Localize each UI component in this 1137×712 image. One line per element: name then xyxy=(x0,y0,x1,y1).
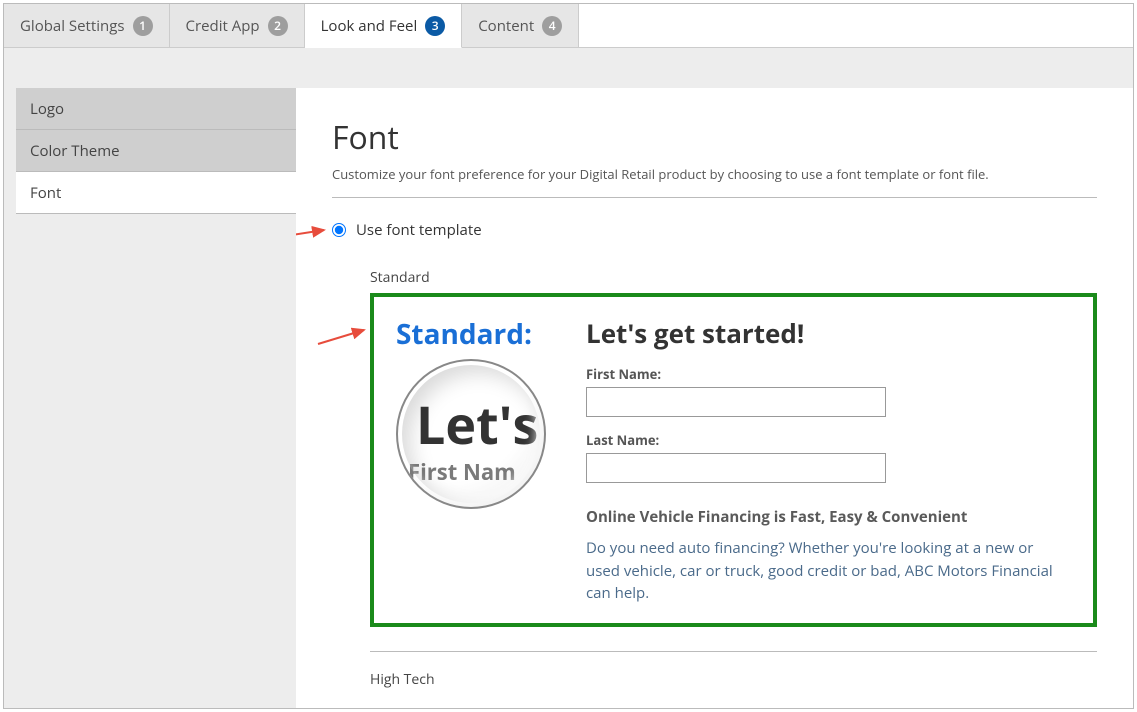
tab-label: Look and Feel xyxy=(321,16,418,36)
tab-label: Credit App xyxy=(186,16,260,36)
tab-content[interactable]: Content 4 xyxy=(462,4,579,47)
template-section-label: Standard xyxy=(370,268,1097,287)
magnifier-big-text: Let's xyxy=(416,389,538,460)
tab-badge: 1 xyxy=(133,16,153,36)
sidebar-item-color-theme[interactable]: Color Theme xyxy=(16,130,296,172)
tab-label: Content xyxy=(478,16,534,36)
tab-credit-app[interactable]: Credit App 2 xyxy=(170,4,305,47)
template-card-standard[interactable]: Standard: Let's First Nam Let's get star… xyxy=(370,293,1097,627)
first-name-input[interactable] xyxy=(586,387,886,417)
template-heading: Let's get started! xyxy=(586,315,1071,351)
tab-label: Global Settings xyxy=(20,16,125,36)
top-tabs: Global Settings 1 Credit App 2 Look and … xyxy=(4,4,1133,48)
template-body-text: Do you need auto financing? Whether you'… xyxy=(586,537,1066,605)
tab-look-and-feel[interactable]: Look and Feel 3 xyxy=(305,4,463,48)
last-name-input[interactable] xyxy=(586,453,886,483)
page-title: Font xyxy=(332,116,1097,159)
radio-label: Use font template xyxy=(356,220,482,240)
magnifier-small-text: First Nam xyxy=(408,457,516,487)
app-frame: Global Settings 1 Credit App 2 Look and … xyxy=(3,3,1134,709)
tab-badge: 3 xyxy=(425,16,445,36)
template-title: Standard: xyxy=(396,315,566,353)
sidebar-item-font[interactable]: Font xyxy=(16,172,296,214)
template-section-label: High Tech xyxy=(370,670,1097,689)
tab-badge: 4 xyxy=(542,16,562,36)
sidebar-item-logo[interactable]: Logo xyxy=(16,88,296,130)
annotation-arrow-icon xyxy=(316,324,372,348)
template-divider xyxy=(370,651,1097,652)
sidebar: Logo Color Theme Font xyxy=(4,88,296,708)
last-name-label: Last Name: xyxy=(586,431,1071,449)
first-name-label: First Name: xyxy=(586,365,1071,383)
template-card-right: Let's get started! First Name: Last Name… xyxy=(586,315,1071,605)
tab-global-settings[interactable]: Global Settings 1 xyxy=(4,4,170,47)
page-description: Customize your font preference for your … xyxy=(332,165,1097,198)
use-font-template-option[interactable]: Use font template xyxy=(332,220,1097,240)
font-template-high-tech: High Tech High Tech: Let's get started! … xyxy=(332,670,1097,709)
tab-badge: 2 xyxy=(268,16,288,36)
template-card-high-tech[interactable]: High Tech: Let's get started! First Name… xyxy=(370,695,1097,709)
template-card-left: Standard: Let's First Nam xyxy=(396,315,566,605)
body-area: Logo Color Theme Font Font Customize you… xyxy=(4,48,1133,708)
main-panel: Font Customize your font preference for … xyxy=(296,88,1133,708)
annotation-arrow-icon xyxy=(296,226,332,246)
magnifier-preview: Let's First Nam xyxy=(396,359,546,509)
template-subheading: Online Vehicle Financing is Fast, Easy &… xyxy=(586,507,1071,527)
use-font-template-radio[interactable] xyxy=(332,223,346,237)
font-template-standard: Standard Standard: Let's First Nam Let's… xyxy=(332,268,1097,652)
